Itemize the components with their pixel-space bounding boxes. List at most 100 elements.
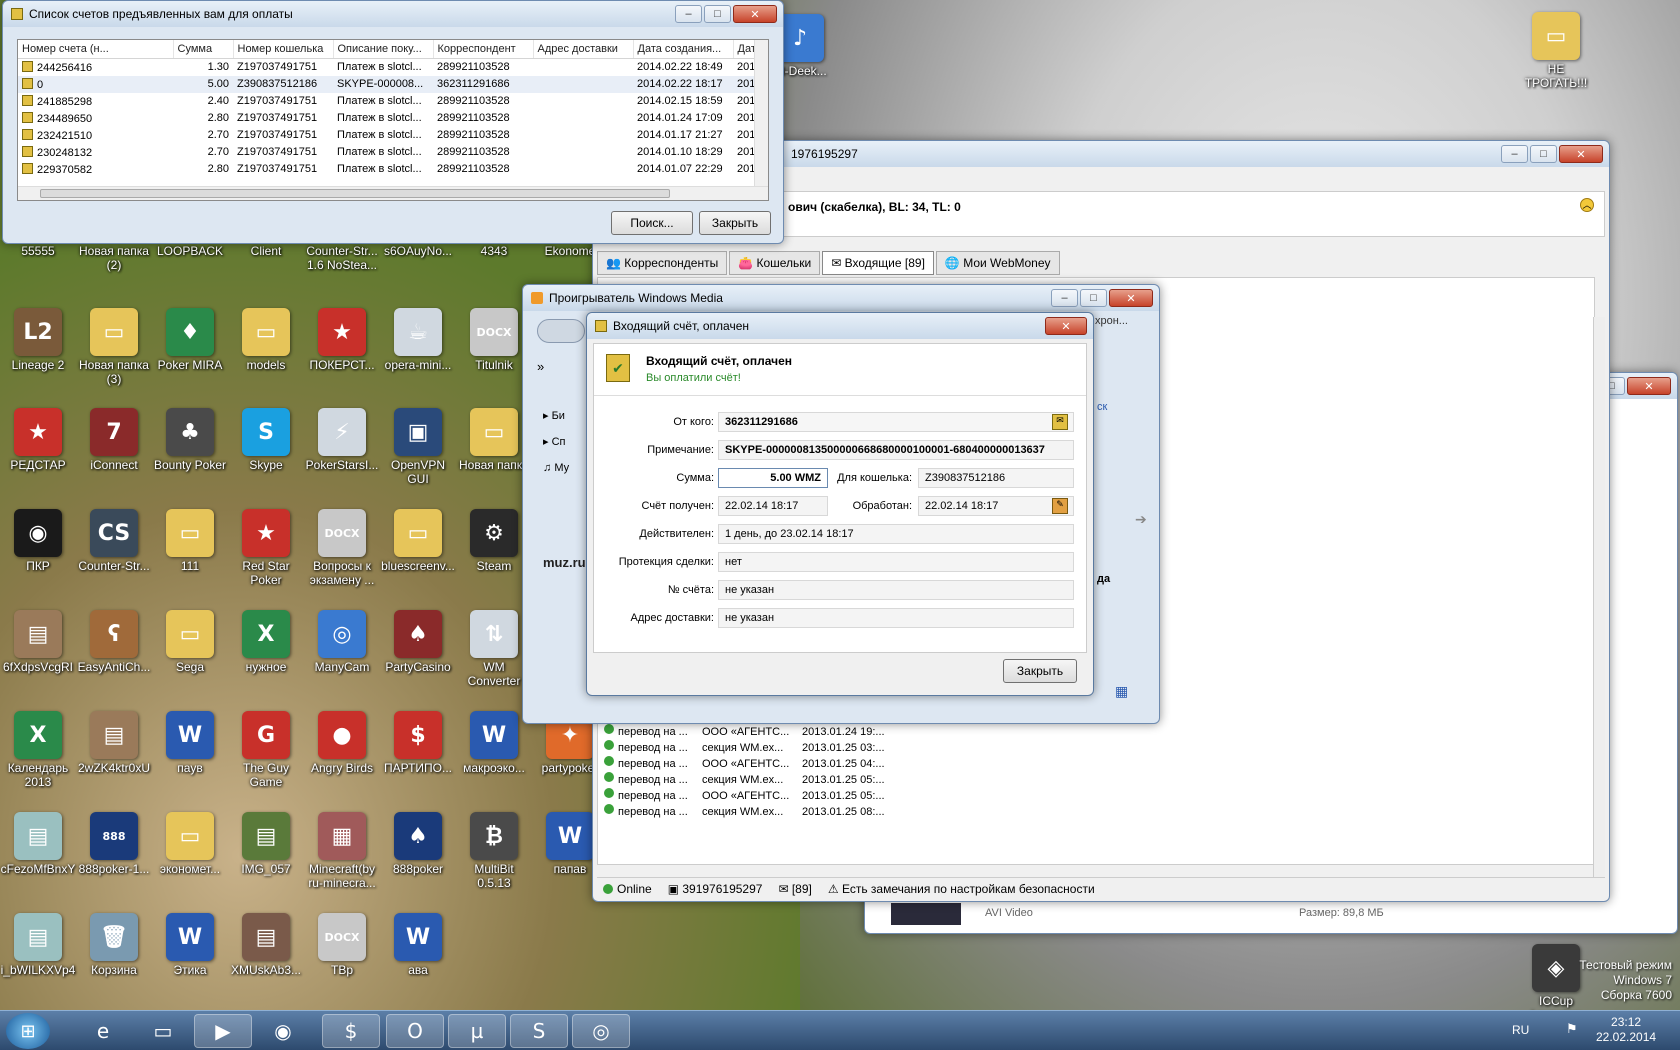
flag-icon[interactable]: ⚑ (1566, 1021, 1578, 1037)
collapse-icon[interactable]: ︿ (1580, 198, 1594, 212)
taskbar-webmoney-icon[interactable]: ◎ (572, 1014, 630, 1048)
desktop-icon[interactable]: S Skype (228, 404, 304, 500)
column-header[interactable]: Номер кошелька (233, 40, 334, 59)
desktop-icon[interactable]: DOCX Вопросы к экзамену ... (304, 505, 380, 601)
maximize-button[interactable]: □ (1530, 145, 1557, 163)
desktop-icon[interactable]: Wава (380, 909, 456, 1005)
desktop-icon[interactable]: Xнужное (228, 606, 304, 702)
desktop-icon[interactable]: ▭ экономет... (152, 808, 228, 904)
taskbar-opera-icon[interactable]: O (386, 1014, 444, 1048)
sum-field[interactable]: 5.00 WMZ (718, 468, 828, 488)
desktop-icon[interactable]: ▤ 2wZK4ktr0xU (76, 707, 152, 803)
taskbar-partypoker-icon[interactable]: $ (322, 1014, 380, 1048)
table-row[interactable]: 230248132 2.70 Z197037491751 Платеж в slotc… (18, 144, 768, 161)
table-row[interactable]: 234489650 2.80 Z197037491751 Платеж в slotc… (18, 110, 768, 127)
desktop-icon[interactable]: ★ ПОКЕРСТ... (304, 304, 380, 400)
desktop-icon[interactable]: ▭ bluescreenv... (380, 505, 456, 601)
desktop-icon[interactable]: ▣ OpenVPN GUI (380, 404, 456, 500)
taskbar-media-player-icon[interactable]: ▶ (194, 1014, 252, 1048)
desktop-icon[interactable]: DOCX Titulnik (456, 304, 532, 400)
clock[interactable]: 23:12 22.02.2014 (1596, 1015, 1656, 1045)
list-item[interactable]: перевод на ... секция WM.ex... 2013.01.25 … (604, 772, 902, 788)
desktop-icon[interactable]: ● Angry Birds (304, 707, 380, 803)
desktop-icon[interactable]: ▭ Новая папка (3) (76, 304, 152, 400)
arrow-right-icon[interactable]: ➔ (1135, 511, 1147, 528)
desktop-icon[interactable]: ▭ models (228, 304, 304, 400)
column-header[interactable]: Адрес доставки (533, 40, 634, 59)
list-item[interactable]: перевод на ... ООО «АГЕНТС... 2013.01.25 0… (604, 756, 902, 772)
desktop-icon[interactable]: Wмакроэко... (456, 707, 532, 803)
list-item[interactable]: перевод на ... ООО «АГЕНТС... 2013.01.24 1… (604, 724, 902, 740)
tab-correspondents[interactable]: 👥 Корреспонденты (597, 251, 728, 275)
column-header[interactable]: Сумма (173, 40, 234, 59)
desktop-icon[interactable]: DOCX ТВр (304, 909, 380, 1005)
taskbar-ie-icon[interactable]: e (74, 1014, 132, 1048)
desktop-icon[interactable]: ☕ opera-mini... (380, 304, 456, 400)
invoices-close-button[interactable]: Закрыть (699, 211, 771, 235)
desktop-icon[interactable]: ▭ 111 (152, 505, 228, 601)
desktop-icon[interactable]: ⚙ Steam (456, 505, 532, 601)
table-row[interactable]: 0 5.00 Z390837512186 SKYPE-000008... 3623112… (18, 75, 768, 93)
tab-purses[interactable]: 👛 Кошельки (729, 251, 821, 275)
desktop-icon[interactable]: ⇅ WM Converter (456, 606, 532, 702)
table-row[interactable]: 229370582 2.80 Z197037491751 Платеж в slotc… (18, 161, 768, 178)
vertical-scrollbar[interactable] (1593, 317, 1605, 877)
desktop-icon[interactable]: ▤ XMUskAb3... (228, 909, 304, 1005)
table-row[interactable]: 244256416 1.30 Z197037491751 Платеж в slotc… (18, 59, 768, 76)
table-row[interactable]: 241885298 2.40 Z197037491751 Платеж в slotc… (18, 93, 768, 110)
desktop-icon[interactable]: ▤ 6fXdpsVcgRI (0, 606, 76, 702)
desktop-icon[interactable]: X Календарь 2013 (0, 707, 76, 803)
desktop-icon[interactable]: ⚡ PokerStarsI... (304, 404, 380, 500)
minimize-button[interactable]: – (1051, 289, 1078, 307)
desktop-icon[interactable]: ▭ Новая папка (456, 404, 532, 500)
scroll-thumb[interactable] (40, 189, 670, 198)
desktop-icon[interactable]: ▤ cFezoMfBnxY (0, 808, 76, 904)
list-item[interactable]: перевод на ... секция WM.ex... 2013.01.25 … (604, 740, 902, 756)
close-button[interactable]: ✕ (1109, 289, 1153, 307)
desktop-icon[interactable]: ★ РЕДСТАР (0, 404, 76, 500)
desktop-icon[interactable]: ♠ PartyCasino (380, 606, 456, 702)
vertical-scrollbar[interactable] (754, 40, 768, 186)
desktop-icon[interactable]: ▤ i_bWILKXVp4 (0, 909, 76, 1005)
security-status[interactable]: ⚠ Есть замечания по настройкам безопасно… (828, 882, 1095, 896)
desktop-icon[interactable]: ▭ Sega (152, 606, 228, 702)
search-button[interactable]: Поиск... (611, 211, 693, 235)
desktop-icon[interactable]: ♣ Bounty Poker (152, 404, 228, 500)
minimize-button[interactable]: – (675, 5, 702, 23)
desktop-icon[interactable]: 888 888poker-1... (76, 808, 152, 904)
desktop-icon[interactable]: ʕ EasyAntiCh... (76, 606, 152, 702)
close-button[interactable]: ✕ (1045, 317, 1087, 335)
horizontal-scrollbar[interactable] (18, 186, 768, 200)
desktop-icon[interactable]: ₿ MultiBit 0.5.13 (456, 808, 532, 904)
list-item[interactable]: перевод на ... ООО «АГЕНТС... 2013.01.25 0… (604, 788, 902, 804)
taskbar-skype-icon[interactable]: S (510, 1014, 568, 1048)
desktop-icon[interactable]: CS Counter-Str... (76, 505, 152, 601)
taskbar-explorer-icon[interactable]: ▭ (134, 1014, 192, 1048)
taskbar-utorrent-icon[interactable]: µ (448, 1014, 506, 1048)
desktop-icon[interactable]: G The Guy Game (228, 707, 304, 803)
taskbar-firefox-icon[interactable]: ◉ (254, 1014, 312, 1048)
nav-item[interactable]: ▸ Сп (543, 429, 569, 455)
maximize-button[interactable]: □ (704, 5, 731, 23)
language-indicator[interactable]: RU (1512, 1023, 1529, 1037)
dialog-close-button[interactable]: Закрыть (1003, 659, 1077, 683)
close-button[interactable]: ✕ (1559, 145, 1603, 163)
expand-icon[interactable]: » (537, 359, 544, 374)
desktop-icon[interactable]: ★ Red Star Poker (228, 505, 304, 601)
desktop-icon[interactable]: ▤ IMG_057 (228, 808, 304, 904)
processed-info-icon[interactable]: ✎ (1052, 498, 1068, 514)
desktop-icon[interactable]: ♠ 888poker (380, 808, 456, 904)
desktop-icon[interactable]: 🗑 Корзина (76, 909, 152, 1005)
tab-my-webmoney[interactable]: 🌐 Мои WebMoney (935, 251, 1060, 275)
list-item[interactable]: перевод на ... секция WM.ex... 2013.01.25 … (604, 804, 902, 820)
desktop-icon-ne-trogat[interactable]: ▭ НЕ ТРОГАТЬ!!! (1518, 8, 1594, 104)
minimize-button[interactable]: – (1501, 145, 1528, 163)
desktop-icon[interactable]: 7 iConnect (76, 404, 152, 500)
correspondent-icon[interactable]: ✉ (1052, 414, 1068, 430)
desktop-icon[interactable]: $ ПАРТИПО... (380, 707, 456, 803)
column-header[interactable]: Номер счета (н... (18, 40, 174, 59)
desktop-icon[interactable]: W Этика (152, 909, 228, 1005)
column-header[interactable]: Корреспондент (433, 40, 534, 59)
desktop-icon[interactable]: L2 Lineage 2 (0, 304, 76, 400)
close-button[interactable]: ✕ (1627, 377, 1671, 395)
